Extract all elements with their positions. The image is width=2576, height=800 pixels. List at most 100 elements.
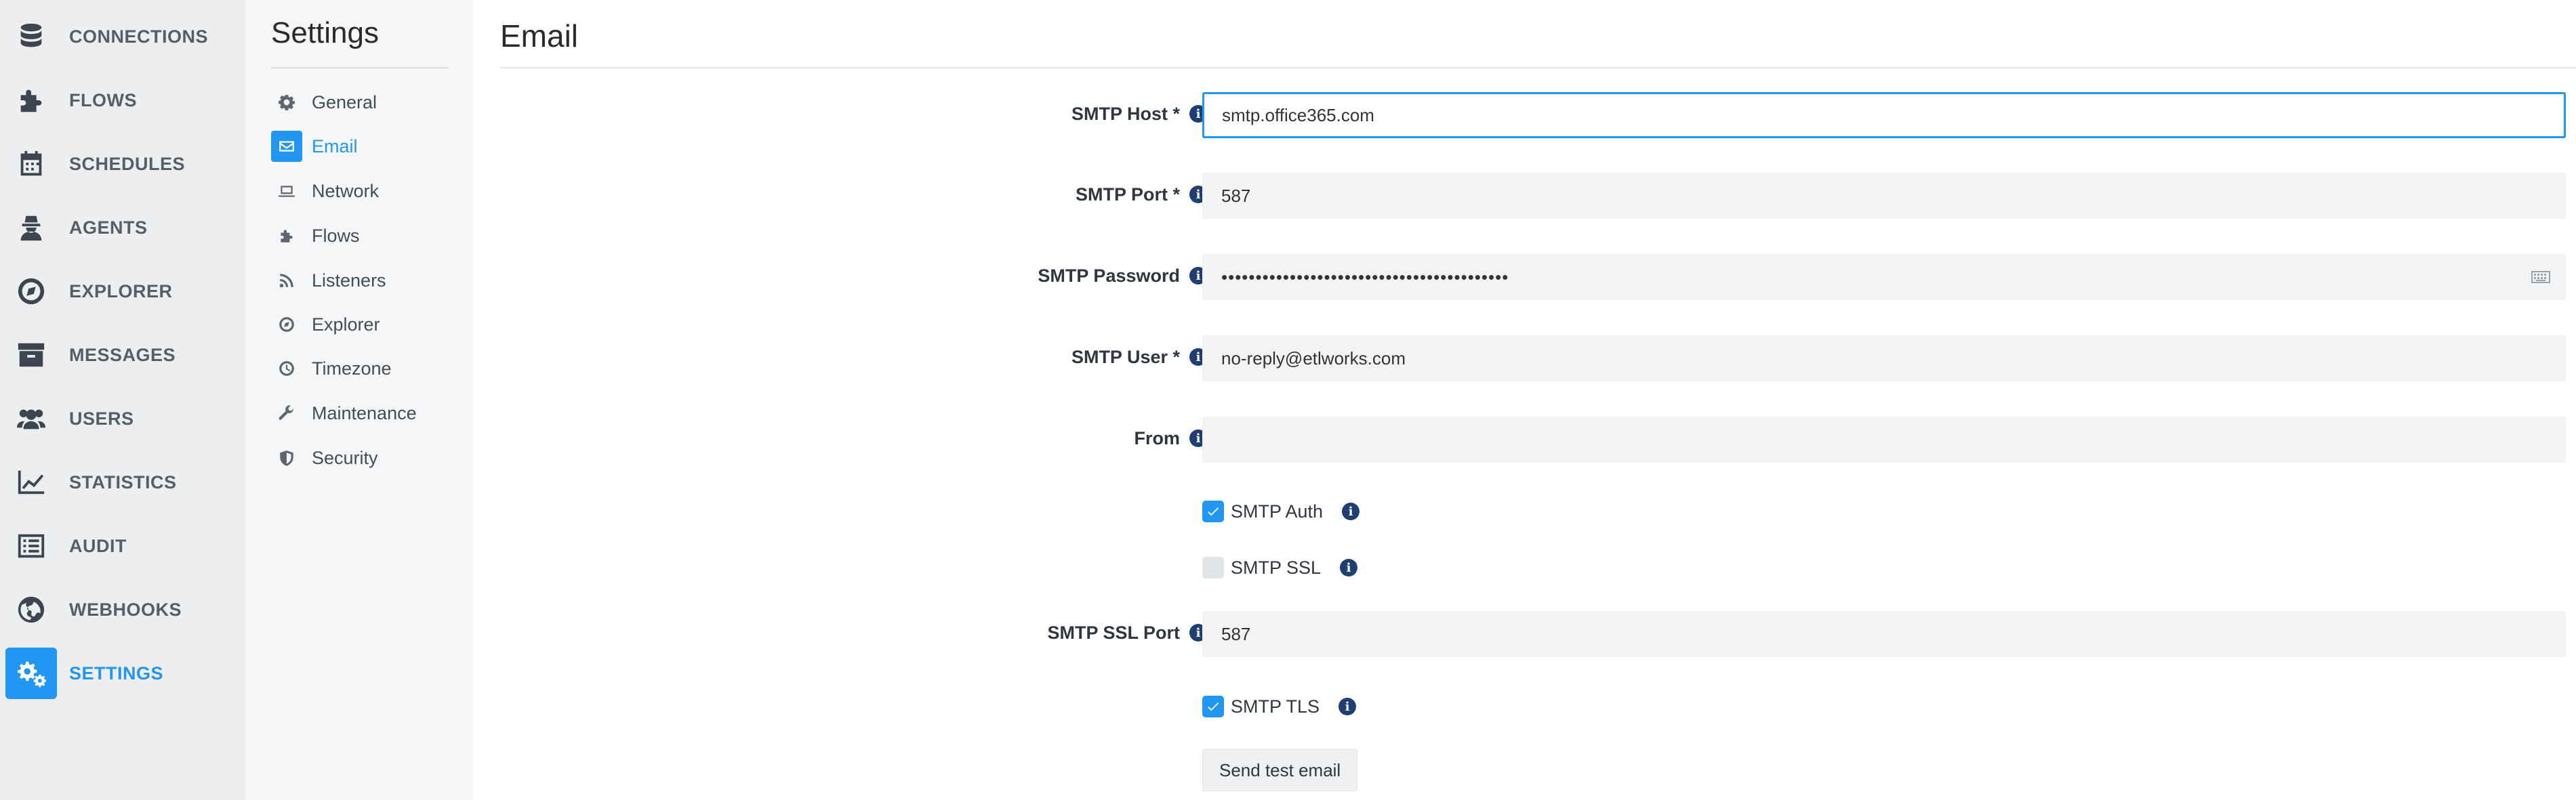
smtp-ssl-port-input[interactable] <box>1202 611 2566 657</box>
send-test-email-button[interactable]: Send test email <box>1202 749 1358 791</box>
checkmark-icon <box>1208 702 1219 711</box>
checkmark-icon <box>1208 507 1219 516</box>
nav-item-webhooks[interactable]: WEBHOOKS <box>5 584 240 635</box>
submenu-item-email[interactable]: Email <box>271 131 454 162</box>
divider <box>271 67 449 68</box>
smtp-ssl-label: SMTP SSL <box>1231 557 1322 578</box>
submenu-item-timezone[interactable]: Timezone <box>271 353 454 384</box>
smtp-auth-label: SMTP Auth <box>1231 501 1324 522</box>
nav-item-agents[interactable]: AGENTS <box>5 202 240 253</box>
field-label-text: SMTP User * <box>1071 346 1180 367</box>
smtp-port-input[interactable] <box>1202 173 2566 219</box>
nav-item-flows[interactable]: FLOWS <box>5 75 240 126</box>
submenu-item-listeners[interactable]: Listeners <box>271 265 454 296</box>
info-icon[interactable]: i <box>1342 503 1360 520</box>
nav-label: WEBHOOKS <box>69 599 182 620</box>
nav-label: FLOWS <box>69 89 137 110</box>
rss-icon <box>271 265 302 296</box>
settings-submenu: Settings General Email Network Flows Lis… <box>245 0 473 800</box>
field-label-text: SMTP Password <box>1038 265 1180 286</box>
puzzle-icon <box>5 75 57 126</box>
field-label-text: SMTP SSL Port <box>1047 622 1180 643</box>
nav-item-statistics[interactable]: STATISTICS <box>5 457 240 508</box>
info-icon[interactable]: i <box>1340 559 1358 576</box>
field-label-text: From <box>1134 427 1181 448</box>
smtp-port-label: SMTP Port * i <box>1076 171 1207 217</box>
nav-label: MESSAGES <box>69 344 176 365</box>
smtp-ssl-row: SMTP SSL i <box>1202 554 1358 581</box>
submenu-item-explorer[interactable]: Explorer <box>271 309 454 340</box>
submenu-label: Network <box>312 180 380 201</box>
nav-item-connections[interactable]: CONNECTIONS <box>5 11 240 62</box>
divider <box>500 67 2576 68</box>
from-input[interactable] <box>1202 417 2566 463</box>
smtp-host-label: SMTP Host * i <box>1071 91 1207 137</box>
users-icon <box>5 393 57 444</box>
nav-label: EXPLORER <box>69 280 173 301</box>
submenu-label: Security <box>312 447 378 468</box>
field-label-text: SMTP Host * <box>1071 103 1180 124</box>
smtp-password-field <box>1202 254 2566 300</box>
smtp-ssl-checkbox[interactable] <box>1202 557 1224 578</box>
smtp-tls-checkbox[interactable] <box>1202 696 1224 717</box>
nav-item-audit[interactable]: AUDIT <box>5 520 240 572</box>
settings-title: Settings <box>271 16 379 49</box>
submenu-label: Listeners <box>312 270 386 291</box>
page-title: Email <box>500 18 579 54</box>
main-nav: CONNECTIONS FLOWS SCHEDULES AGENTS EXPLO… <box>0 0 245 800</box>
smtp-auth-row: SMTP Auth i <box>1202 498 1360 525</box>
submenu-item-maintenance[interactable]: Maintenance <box>271 398 454 429</box>
nav-item-settings[interactable]: SETTINGS <box>5 648 240 699</box>
smtp-ssl-port-label: SMTP SSL Port i <box>1047 610 1207 656</box>
submenu-label: Email <box>312 135 358 156</box>
envelope-icon <box>271 131 302 162</box>
submenu-label: Timezone <box>312 358 392 379</box>
submenu-item-general[interactable]: General <box>271 87 454 118</box>
app-root: CONNECTIONS FLOWS SCHEDULES AGENTS EXPLO… <box>0 0 2576 800</box>
nav-label: AGENTS <box>69 217 148 238</box>
submenu-item-security[interactable]: Security <box>271 442 454 473</box>
globe-icon <box>5 584 57 635</box>
smtp-user-input[interactable] <box>1202 335 2566 381</box>
shield-icon <box>271 442 302 473</box>
gear-icon <box>271 87 302 118</box>
agent-icon <box>5 202 57 253</box>
smtp-password-input[interactable] <box>1202 254 2566 300</box>
submenu-label: Explorer <box>312 314 380 335</box>
smtp-user-label: SMTP User * i <box>1071 334 1207 380</box>
nav-label: SCHEDULES <box>69 153 186 174</box>
clock-icon <box>271 353 302 384</box>
nav-item-users[interactable]: USERS <box>5 393 240 444</box>
main-content: Email SMTP Host * i SMTP Port * i SMTP P… <box>473 0 2576 800</box>
calendar-icon <box>5 138 57 190</box>
smtp-password-label: SMTP Password i <box>1038 253 1207 299</box>
nav-item-explorer[interactable]: EXPLORER <box>5 266 240 317</box>
nav-label: USERS <box>69 408 134 429</box>
nav-label: CONNECTIONS <box>69 26 209 47</box>
nav-item-schedules[interactable]: SCHEDULES <box>5 138 240 190</box>
smtp-auth-checkbox[interactable] <box>1202 501 1224 522</box>
nav-label: SETTINGS <box>69 662 164 683</box>
smtp-tls-label: SMTP TLS <box>1231 696 1320 717</box>
submenu-label: Maintenance <box>312 402 417 423</box>
wrench-icon <box>271 398 302 429</box>
field-label-text: SMTP Port * <box>1075 184 1180 205</box>
info-icon[interactable]: i <box>1338 698 1357 715</box>
cogs-icon <box>5 648 57 699</box>
list-icon <box>5 520 57 572</box>
nav-label: AUDIT <box>69 535 127 556</box>
smtp-host-input[interactable] <box>1202 92 2566 138</box>
nav-item-messages[interactable]: MESSAGES <box>5 329 240 381</box>
from-label: From i <box>1134 415 1207 461</box>
nav-label: STATISTICS <box>69 471 177 492</box>
laptop-icon <box>271 175 302 207</box>
submenu-label: General <box>312 91 377 112</box>
database-icon <box>5 11 57 62</box>
submenu-item-flows[interactable]: Flows <box>271 220 454 251</box>
compass-icon <box>271 309 302 340</box>
keyboard-icon[interactable] <box>2531 269 2551 285</box>
smtp-tls-row: SMTP TLS i <box>1202 693 1357 720</box>
submenu-item-network[interactable]: Network <box>271 175 454 207</box>
chart-line-icon <box>5 457 57 508</box>
compass-icon <box>5 266 57 317</box>
